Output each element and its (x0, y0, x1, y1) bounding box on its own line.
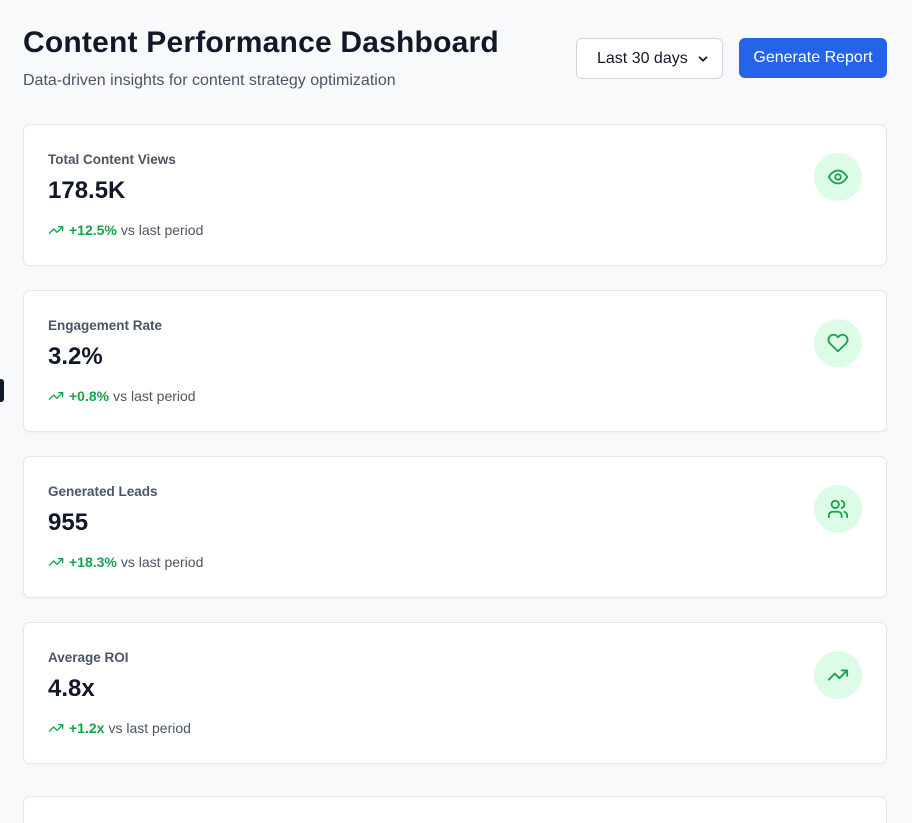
users-icon (827, 499, 849, 519)
metric-change: +12.5% (69, 222, 117, 238)
period-select[interactable]: Last 30 days (576, 38, 723, 79)
metric-card-partial (23, 796, 887, 823)
page-subtitle: Data-driven insights for content strateg… (23, 72, 396, 89)
metric-trend: +1.2x vs last period (48, 720, 191, 736)
heart-icon (827, 333, 849, 353)
metric-trend: +0.8% vs last period (48, 388, 196, 404)
metric-change: +1.2x (69, 720, 105, 736)
metric-change: +18.3% (69, 554, 117, 570)
metric-label: Engagement Rate (48, 318, 163, 333)
generate-report-button[interactable]: Generate Report (739, 38, 887, 78)
metric-value: 3.2% (48, 343, 103, 370)
metric-icon-badge (814, 153, 862, 201)
metric-icon-badge (814, 651, 862, 699)
metric-change-suffix: vs last period (113, 388, 196, 404)
page-title: Content Performance Dashboard (23, 26, 499, 59)
metric-label: Total Content Views (48, 152, 176, 167)
metric-label: Generated Leads (48, 484, 158, 499)
metric-card-generated-leads: Generated Leads 955 +18.3% vs last perio… (23, 456, 887, 598)
trending-up-icon (827, 669, 849, 681)
eye-icon (827, 169, 849, 185)
metric-value: 955 (48, 509, 89, 536)
side-handle[interactable] (0, 379, 4, 402)
dashboard-page: Content Performance Dashboard Data-drive… (0, 0, 912, 823)
metric-trend: +12.5% vs last period (48, 222, 203, 238)
metric-value: 4.8x (48, 675, 95, 702)
trending-up-icon (48, 724, 64, 732)
page-header: Content Performance Dashboard Data-drive… (23, 24, 887, 94)
metric-card-total-content-views: Total Content Views 178.5K +12.5% vs las… (23, 124, 887, 266)
trending-up-icon (48, 392, 64, 400)
period-select-value: Last 30 days (597, 49, 688, 67)
metric-icon-badge (814, 485, 862, 533)
metric-trend: +18.3% vs last period (48, 554, 203, 570)
metric-change: +0.8% (69, 388, 110, 404)
chevron-down-icon (698, 55, 708, 62)
metric-card-average-roi: Average ROI 4.8x +1.2x vs last period (23, 622, 887, 764)
metric-change-suffix: vs last period (120, 222, 204, 238)
trending-up-icon (48, 558, 64, 566)
metric-change-suffix: vs last period (108, 720, 191, 736)
trending-up-icon (48, 226, 64, 234)
metric-value: 178.5K (48, 177, 126, 204)
metric-card-engagement-rate: Engagement Rate 3.2% +0.8% vs last perio… (23, 290, 887, 432)
metric-icon-badge (814, 319, 862, 367)
metric-change-suffix: vs last period (120, 554, 204, 570)
metric-label: Average ROI (48, 650, 129, 665)
